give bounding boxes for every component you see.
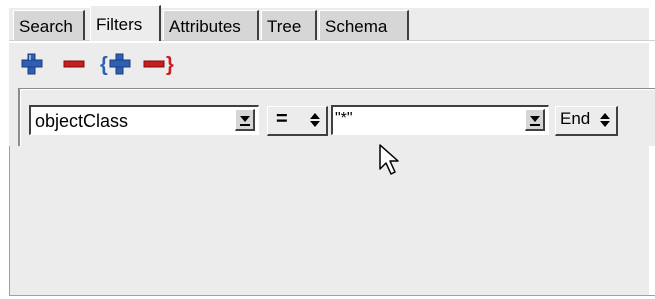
remove-group-button[interactable]: } [142,52,178,78]
filter-value-select[interactable]: "*" [331,105,549,135]
tab-search[interactable]: Search [13,10,85,40]
operator-spinner[interactable]: = [267,106,328,136]
up-down-arrows-icon [310,113,320,127]
conjunction-spinner[interactable]: End [555,106,618,136]
chevron-down-icon[interactable] [235,109,255,131]
svg-text:{: { [100,54,108,76]
filter-list-area [9,146,655,296]
add-filter-button[interactable] [20,52,46,78]
remove-icon [63,60,85,68]
tab-attributes[interactable]: Attributes [163,10,259,40]
remove-filter-button[interactable] [62,52,88,78]
conjunction-value: End [560,109,591,128]
add-icon [21,53,43,75]
filter-value-text: "*" [335,110,353,127]
add-group-button[interactable]: { [100,52,134,78]
tab-tree[interactable]: Tree [261,10,317,40]
remove-group-icon: } [143,54,174,76]
attribute-value: objectClass [35,111,129,131]
up-down-arrows-icon [600,113,610,127]
chevron-down-icon[interactable] [525,109,545,131]
tab-schema[interactable]: Schema [319,10,409,40]
operator-value: = [276,108,289,130]
mouse-pointer-icon [379,144,399,175]
add-group-icon: { [100,53,131,76]
svg-text:}: } [166,54,174,76]
tab-filters[interactable]: Filters [90,5,161,41]
attribute-select[interactable]: objectClass [29,105,259,135]
